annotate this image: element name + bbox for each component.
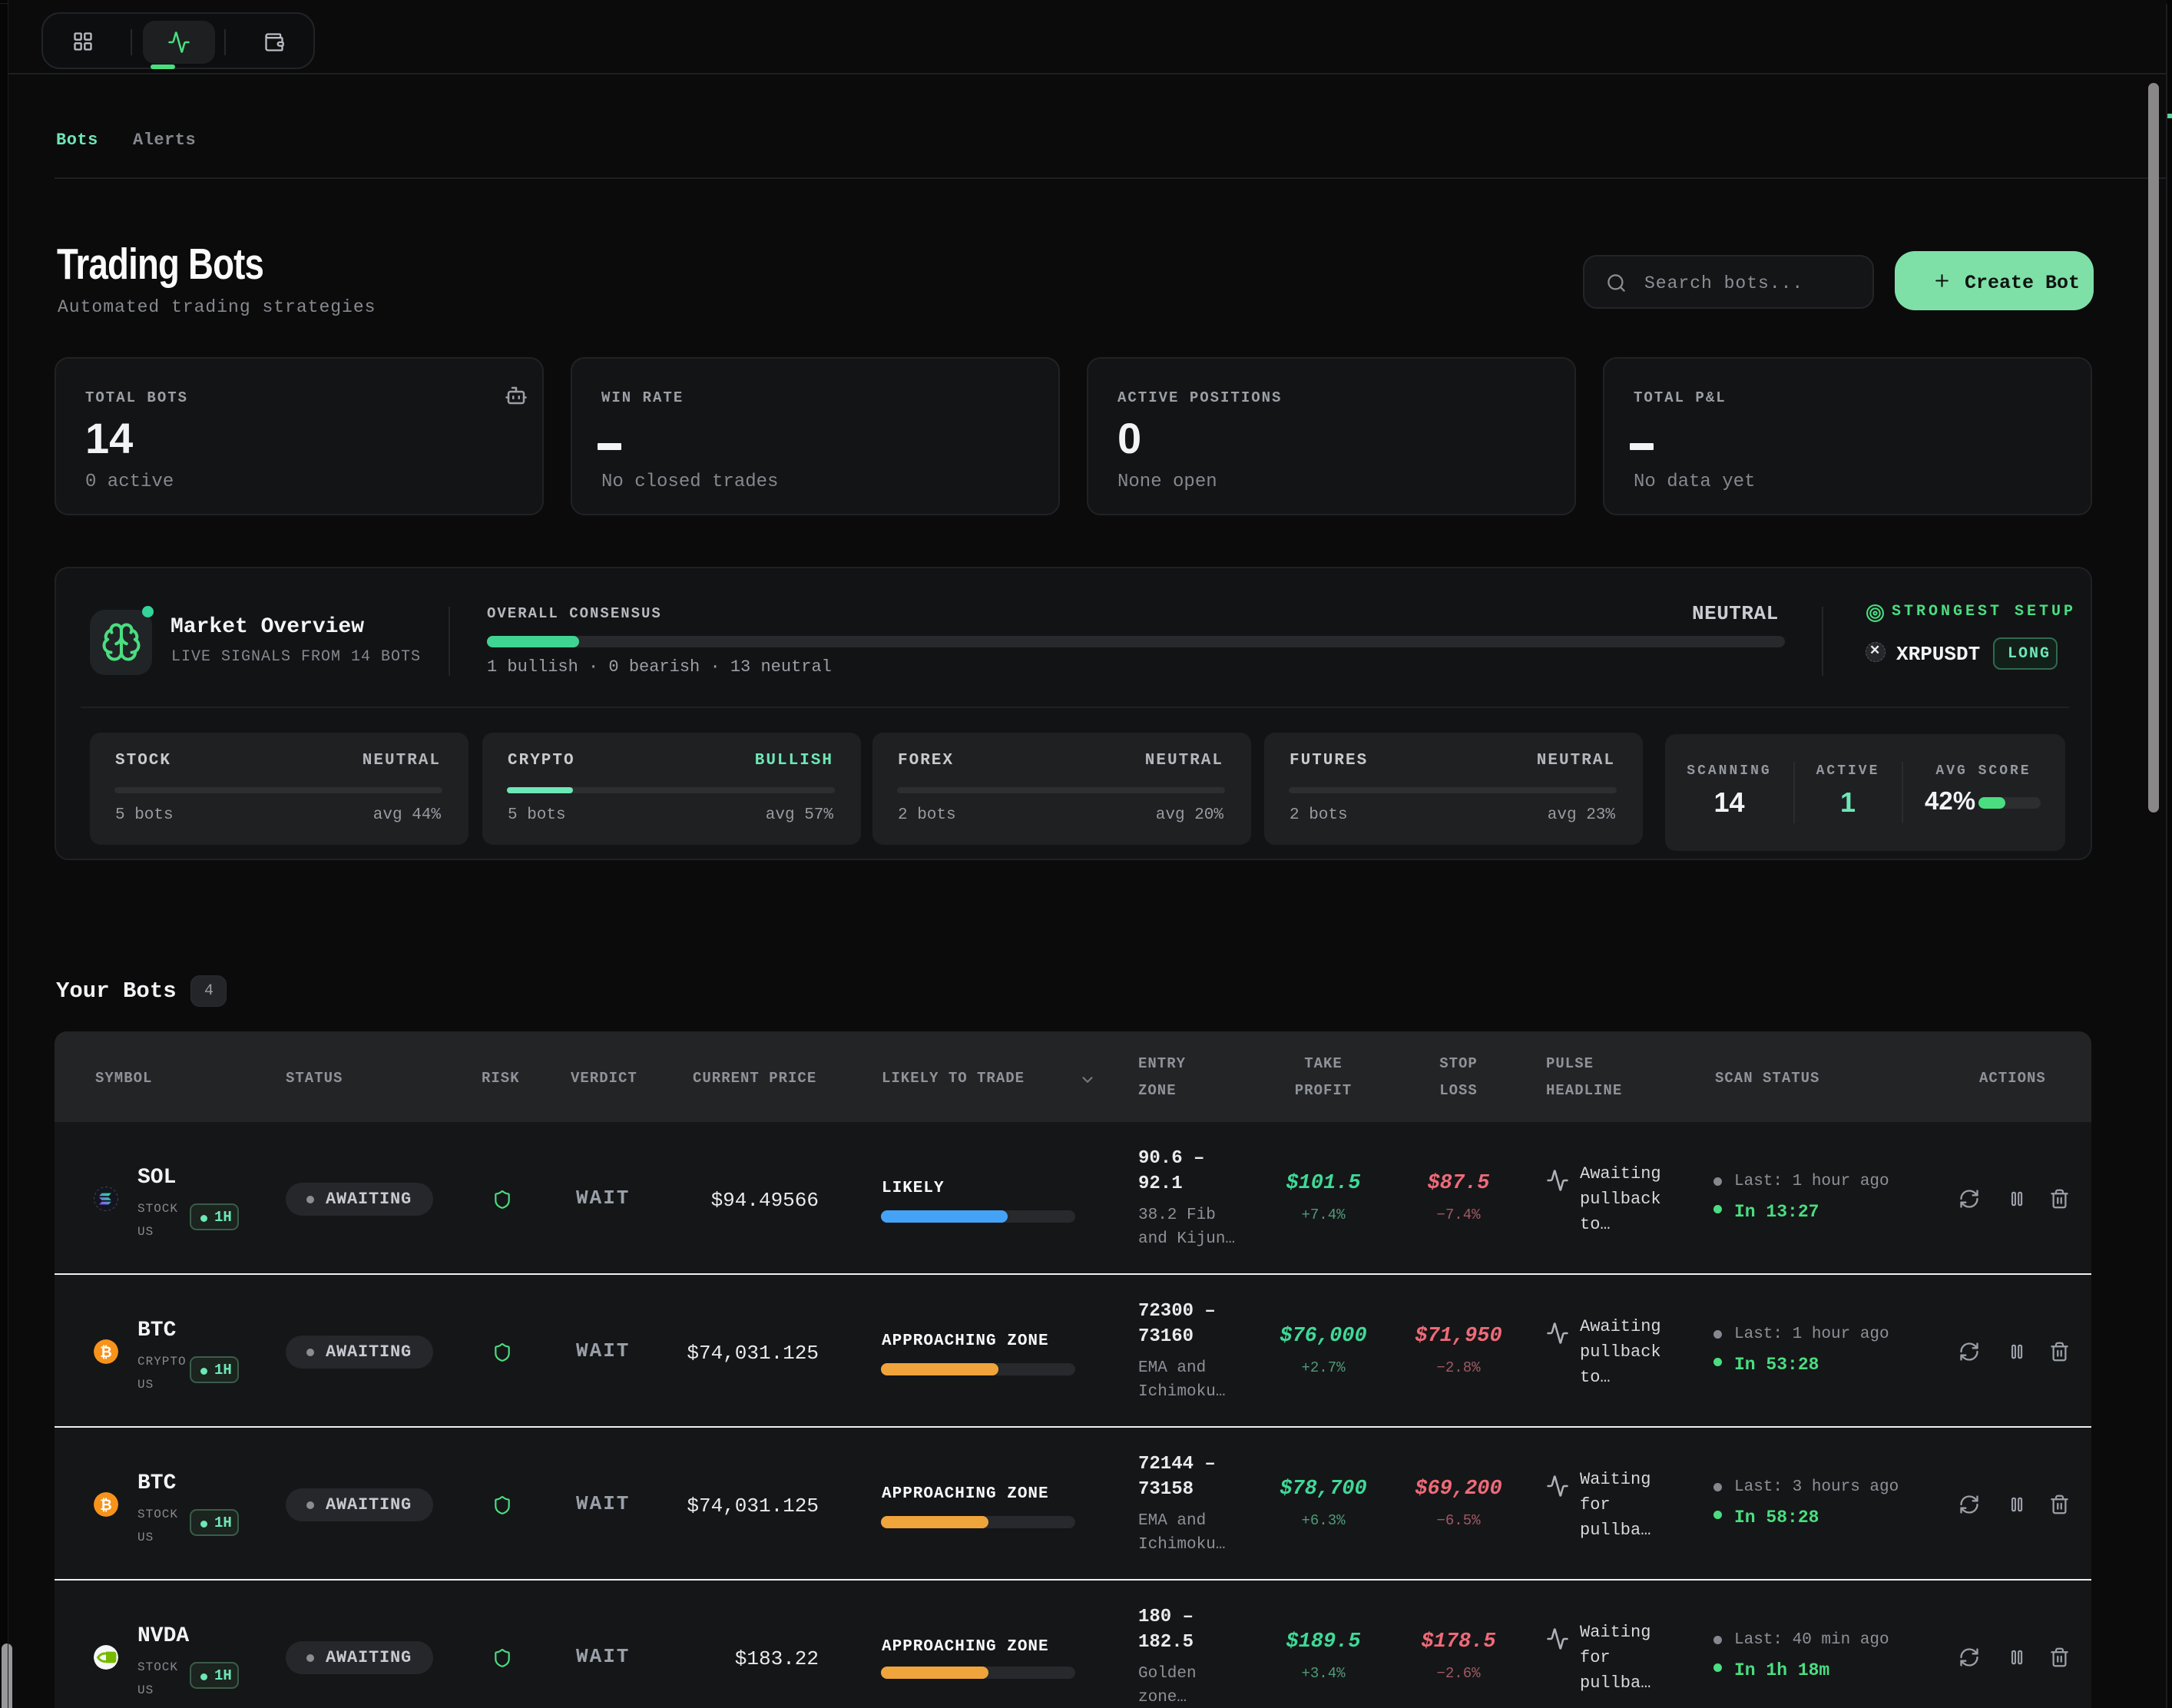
svg-text:₿: ₿ — [100, 1498, 111, 1514]
svg-text:₿: ₿ — [100, 1345, 111, 1361]
